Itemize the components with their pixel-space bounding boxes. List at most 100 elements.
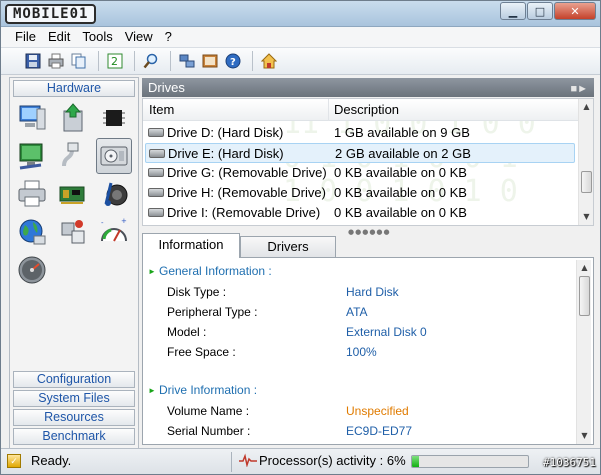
model-label: Model :	[167, 325, 207, 339]
toolbar-separator	[134, 51, 135, 71]
scroll-down-arrow-icon[interactable]: ▼	[581, 211, 592, 222]
motherboard-icon[interactable]	[55, 100, 91, 136]
menu-help[interactable]: ?	[159, 27, 178, 47]
toolbar-separator	[252, 51, 253, 71]
drive-row[interactable]: Drive G: (Removable Drive) 0 KB availabl…	[145, 163, 575, 183]
drives-list[interactable]: 11 1 0 0 1 0 0 0 1 0 1 0 0 1 1 0 0 1 0 1…	[142, 98, 594, 226]
group-hardware[interactable]: Hardware	[13, 80, 135, 97]
general-info-title: General Information :	[159, 264, 272, 278]
network-card-icon[interactable]	[55, 176, 91, 212]
title-bar[interactable]: MOBILE01 ▁ □ ✕	[1, 1, 600, 27]
gauge-icon[interactable]: + -	[96, 214, 132, 250]
processor-activity-bar	[411, 455, 529, 468]
menu-bar: File Edit Tools View ?	[1, 27, 600, 47]
drives-panel-header: Drives ■►	[142, 78, 594, 97]
printer-icon[interactable]	[14, 176, 50, 212]
drive-info-title: Drive Information :	[159, 383, 258, 397]
plugins-icon[interactable]	[55, 214, 91, 250]
svg-text:-: -	[101, 219, 104, 227]
network-icon[interactable]	[177, 51, 197, 71]
scroll-down-arrow-icon[interactable]: ▼	[579, 430, 590, 441]
tab-drivers[interactable]: Drivers	[240, 236, 336, 257]
window-controls: ▁ □ ✕	[500, 2, 596, 20]
model-value: External Disk 0	[346, 325, 427, 339]
maximize-button[interactable]: □	[527, 2, 553, 20]
search-icon[interactable]	[141, 51, 161, 71]
scroll-thumb[interactable]	[579, 276, 590, 316]
svg-text:2: 2	[111, 55, 118, 68]
disk-type-label: Disk Type :	[167, 285, 227, 299]
drive-description: 2 GB available on 2 GB	[335, 146, 471, 161]
close-button[interactable]: ✕	[554, 2, 596, 20]
scroll-thumb[interactable]	[581, 171, 592, 193]
toolbar: 2 ?	[1, 47, 600, 75]
pin-icon[interactable]: ■►	[570, 80, 588, 99]
display-icon[interactable]	[14, 138, 50, 174]
serial-number-label: Serial Number :	[167, 424, 251, 438]
processor-activity-text: Processor(s) activity : 6%	[259, 453, 406, 468]
scroll-up-arrow-icon[interactable]: ▲	[579, 262, 590, 273]
details-tabs: Information Drivers ► General Informatio…	[142, 233, 594, 445]
svg-text:+: +	[121, 217, 127, 225]
save-icon[interactable]	[23, 51, 43, 71]
drives-list-header: Item Description	[143, 99, 579, 121]
menu-view[interactable]: View	[119, 27, 159, 47]
group-configuration[interactable]: Configuration	[13, 371, 135, 388]
drive-name: Drive D: (Hard Disk)	[167, 125, 284, 140]
information-panel: ► General Information : Disk Type : Hard…	[142, 257, 594, 445]
chip-icon[interactable]	[96, 100, 132, 136]
report-icon[interactable]	[200, 51, 220, 71]
app-window: MOBILE01 ▁ □ ✕ File Edit Tools View ? 2 …	[0, 0, 601, 475]
copy-icon[interactable]	[69, 51, 89, 71]
drive-name: Drive H: (Removable Drive)	[167, 185, 326, 200]
app-logo: MOBILE01	[5, 4, 97, 24]
drives-title: Drives	[148, 80, 185, 95]
status-bar: ✓ Ready. Processor(s) activity : 6% #103…	[1, 448, 600, 474]
scroll-up-arrow-icon[interactable]: ▲	[581, 101, 592, 112]
pulse-icon	[239, 453, 257, 470]
refresh-icon[interactable]: 2	[105, 51, 125, 71]
information-scrollbar[interactable]: ▲ ▼	[576, 260, 591, 444]
menu-tools[interactable]: Tools	[76, 27, 118, 47]
free-space-value: 100%	[346, 345, 377, 359]
column-divider[interactable]	[328, 99, 329, 121]
print-icon[interactable]	[46, 51, 66, 71]
column-description[interactable]: Description	[334, 102, 399, 117]
drive-row[interactable]: Drive I: (Removable Drive) 0 KB availabl…	[145, 203, 575, 223]
status-text: Ready.	[31, 453, 72, 468]
arrow-icon: ►	[148, 267, 156, 276]
drives-scrollbar[interactable]: ▲ ▼	[578, 99, 593, 225]
computer-icon[interactable]	[14, 100, 50, 136]
speedometer-icon[interactable]	[14, 252, 50, 288]
drive-row[interactable]: Drive D: (Hard Disk) 1 GB available on 9…	[145, 123, 575, 143]
processor-activity-fill	[412, 456, 419, 467]
toolbar-separator	[170, 51, 171, 71]
hard-disk-icon	[149, 149, 165, 158]
drive-row[interactable]: Drive H: (Removable Drive) 0 KB availabl…	[145, 183, 575, 203]
drive-description: 0 KB available on 0 KB	[334, 165, 467, 180]
serial-number-value: EC9D-ED77	[346, 424, 413, 438]
menu-edit[interactable]: Edit	[42, 27, 76, 47]
usb-icon[interactable]	[55, 138, 91, 174]
drive-row[interactable]: Drive E: (Hard Disk) 2 GB available on 2…	[145, 143, 575, 163]
removable-drive-icon	[148, 188, 164, 197]
drive-description: 0 KB available on 0 KB	[334, 185, 467, 200]
minimize-button[interactable]: ▁	[500, 2, 526, 20]
removable-drive-icon	[148, 168, 164, 177]
status-icon: ✓	[7, 454, 21, 468]
drive-name: Drive G: (Removable Drive)	[167, 165, 327, 180]
volume-name-value: Unspecified	[346, 404, 409, 418]
drive-name: Drive I: (Removable Drive)	[167, 205, 321, 220]
sound-icon[interactable]	[96, 176, 132, 212]
tab-information[interactable]: Information	[142, 233, 240, 258]
menu-file[interactable]: File	[9, 27, 42, 47]
group-system-files[interactable]: System Files	[13, 390, 135, 407]
removable-drive-icon	[148, 208, 164, 217]
group-resources[interactable]: Resources	[13, 409, 135, 426]
home-icon[interactable]	[259, 51, 279, 71]
drives-icon[interactable]	[96, 138, 132, 174]
internet-icon[interactable]	[14, 214, 50, 250]
group-benchmark[interactable]: Benchmark	[13, 428, 135, 445]
help-icon[interactable]: ?	[223, 51, 243, 71]
column-item[interactable]: Item	[149, 102, 174, 117]
